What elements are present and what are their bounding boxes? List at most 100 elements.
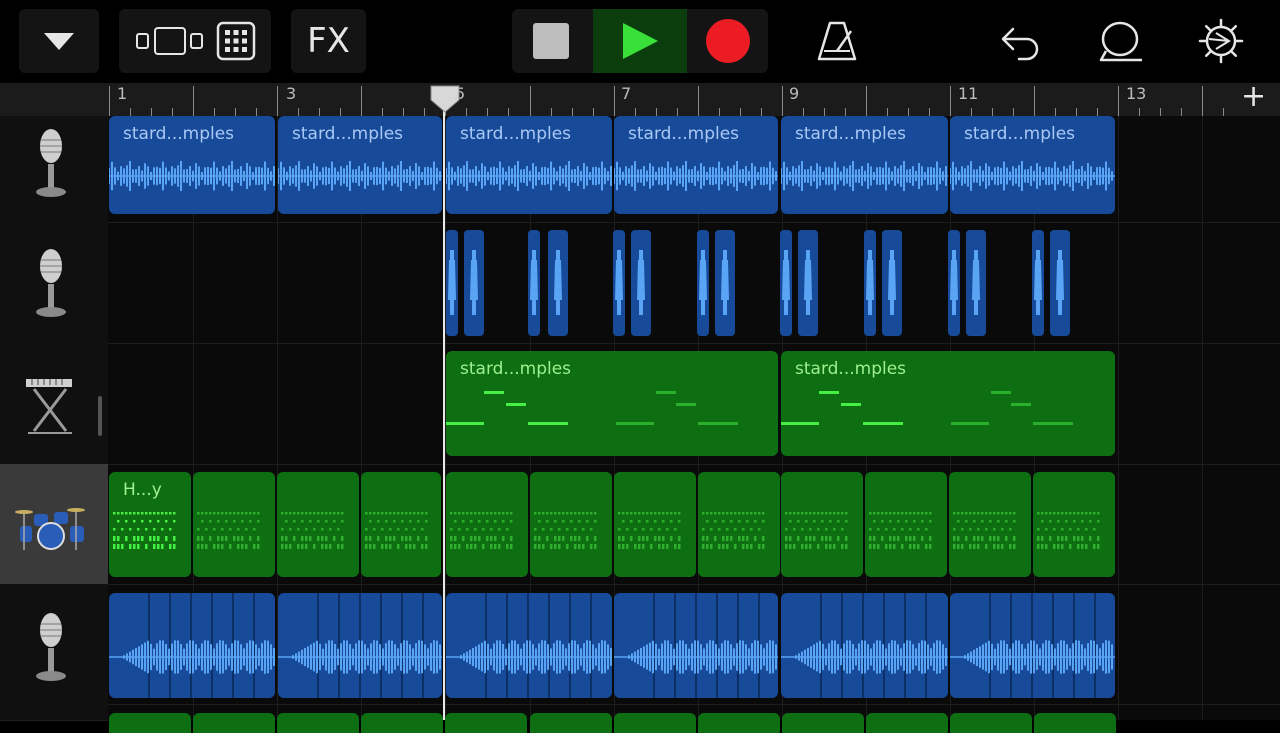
- timeline-ruler[interactable]: 1 3 5 7 9 11 13 +: [0, 79, 1280, 116]
- play-button[interactable]: [593, 9, 687, 73]
- audio-region[interactable]: [966, 230, 986, 336]
- audio-region[interactable]: [464, 230, 484, 336]
- drum-hit: [578, 536, 581, 541]
- waveform: [785, 512, 848, 549]
- audio-region[interactable]: stard...mples: [781, 116, 948, 214]
- audio-region[interactable]: [781, 593, 948, 698]
- audio-region[interactable]: stard...mples: [278, 116, 442, 214]
- track-lane-2[interactable]: [108, 222, 1280, 344]
- ruler-tick: [676, 108, 678, 116]
- add-section-button[interactable]: +: [1241, 79, 1266, 114]
- midi-region[interactable]: [697, 713, 780, 733]
- undo-button[interactable]: [990, 9, 1052, 73]
- midi-region[interactable]: [614, 472, 696, 577]
- midi-region[interactable]: [193, 713, 276, 733]
- drum-hit: [305, 544, 308, 549]
- audio-region[interactable]: [548, 230, 568, 336]
- audio-region[interactable]: stard...mples: [109, 116, 275, 214]
- drum-hit: [793, 528, 796, 531]
- drum-hit: [965, 520, 968, 523]
- audio-region[interactable]: stard...mples: [446, 116, 612, 214]
- midi-region[interactable]: [277, 472, 359, 577]
- midi-region[interactable]: [950, 713, 1032, 733]
- audio-region[interactable]: stard...mples: [614, 116, 778, 214]
- audio-region[interactable]: [1050, 230, 1070, 336]
- metronome-button[interactable]: [806, 9, 868, 73]
- midi-region[interactable]: [613, 713, 696, 733]
- track-header-2[interactable]: [0, 222, 108, 344]
- track-header-1[interactable]: [0, 116, 108, 223]
- audio-region[interactable]: [882, 230, 902, 336]
- view-switcher: [119, 9, 271, 73]
- drum-hit: [706, 512, 709, 515]
- midi-region[interactable]: [445, 713, 528, 733]
- audio-region[interactable]: [446, 593, 612, 698]
- header-scroll-indicator[interactable]: [98, 396, 102, 436]
- audio-region[interactable]: [864, 230, 876, 336]
- midi-region[interactable]: [1033, 472, 1115, 577]
- audio-region[interactable]: [715, 230, 735, 336]
- midi-region[interactable]: [361, 713, 444, 733]
- audio-region[interactable]: [780, 230, 792, 336]
- drum-hit: [281, 544, 284, 549]
- drum-hit: [562, 512, 565, 515]
- ruler-tick: [634, 108, 636, 116]
- midi-region[interactable]: [698, 472, 780, 577]
- browser-dropdown-button[interactable]: [19, 9, 99, 73]
- midi-region[interactable]: stard...mples: [781, 351, 1115, 456]
- midi-region[interactable]: [530, 472, 612, 577]
- drum-hit: [805, 520, 808, 523]
- audio-region[interactable]: [1032, 230, 1044, 336]
- drum-hit: [582, 512, 585, 515]
- audio-region[interactable]: [109, 593, 275, 698]
- drum-hit: [670, 520, 673, 523]
- midi-region[interactable]: [193, 472, 275, 577]
- audio-region[interactable]: [948, 230, 960, 336]
- audio-region[interactable]: [613, 230, 625, 336]
- audio-region[interactable]: [798, 230, 818, 336]
- waveform-path: [554, 250, 562, 315]
- playhead-handle[interactable]: [429, 84, 461, 114]
- midi-region[interactable]: [781, 472, 863, 577]
- midi-region[interactable]: [781, 713, 864, 733]
- audio-region[interactable]: [278, 593, 442, 698]
- stop-button[interactable]: [516, 9, 586, 73]
- settings-button[interactable]: [1190, 9, 1252, 73]
- track-header-5[interactable]: [0, 584, 108, 705]
- audio-region[interactable]: [950, 593, 1115, 698]
- ruler-tick: [760, 108, 762, 116]
- midi-region[interactable]: stard...mples: [446, 351, 778, 456]
- drum-hit: [205, 528, 208, 531]
- midi-region[interactable]: H...y: [109, 472, 191, 577]
- fx-button[interactable]: FX: [291, 9, 366, 73]
- audio-region[interactable]: stard...mples: [950, 116, 1115, 214]
- audio-region[interactable]: [446, 230, 458, 336]
- drum-hit: [650, 512, 653, 515]
- playhead[interactable]: [443, 86, 445, 720]
- midi-region[interactable]: [865, 472, 947, 577]
- track-view-icon[interactable]: [134, 21, 210, 61]
- audio-region[interactable]: [528, 230, 540, 336]
- midi-region[interactable]: [109, 713, 191, 733]
- waveform: [109, 593, 275, 698]
- midi-region[interactable]: [865, 713, 948, 733]
- audio-region[interactable]: [614, 593, 778, 698]
- midi-region[interactable]: [949, 472, 1031, 577]
- waveform: [781, 161, 948, 191]
- audio-region[interactable]: [697, 230, 709, 336]
- track-header-3[interactable]: [0, 343, 108, 465]
- drum-hit: [586, 520, 589, 523]
- drum-hit: [618, 512, 621, 515]
- drum-hit: [486, 520, 489, 523]
- track-header-6[interactable]: [0, 704, 108, 721]
- midi-region[interactable]: [446, 472, 528, 577]
- record-button[interactable]: [693, 9, 763, 73]
- midi-region[interactable]: [277, 713, 360, 733]
- loop-browser-button[interactable]: [1090, 9, 1152, 73]
- track-header-4[interactable]: [0, 464, 108, 585]
- live-loops-grid-icon[interactable]: [216, 21, 256, 61]
- midi-region[interactable]: [529, 713, 612, 733]
- midi-region[interactable]: [1034, 713, 1117, 733]
- midi-region[interactable]: [361, 472, 441, 577]
- audio-region[interactable]: [631, 230, 651, 336]
